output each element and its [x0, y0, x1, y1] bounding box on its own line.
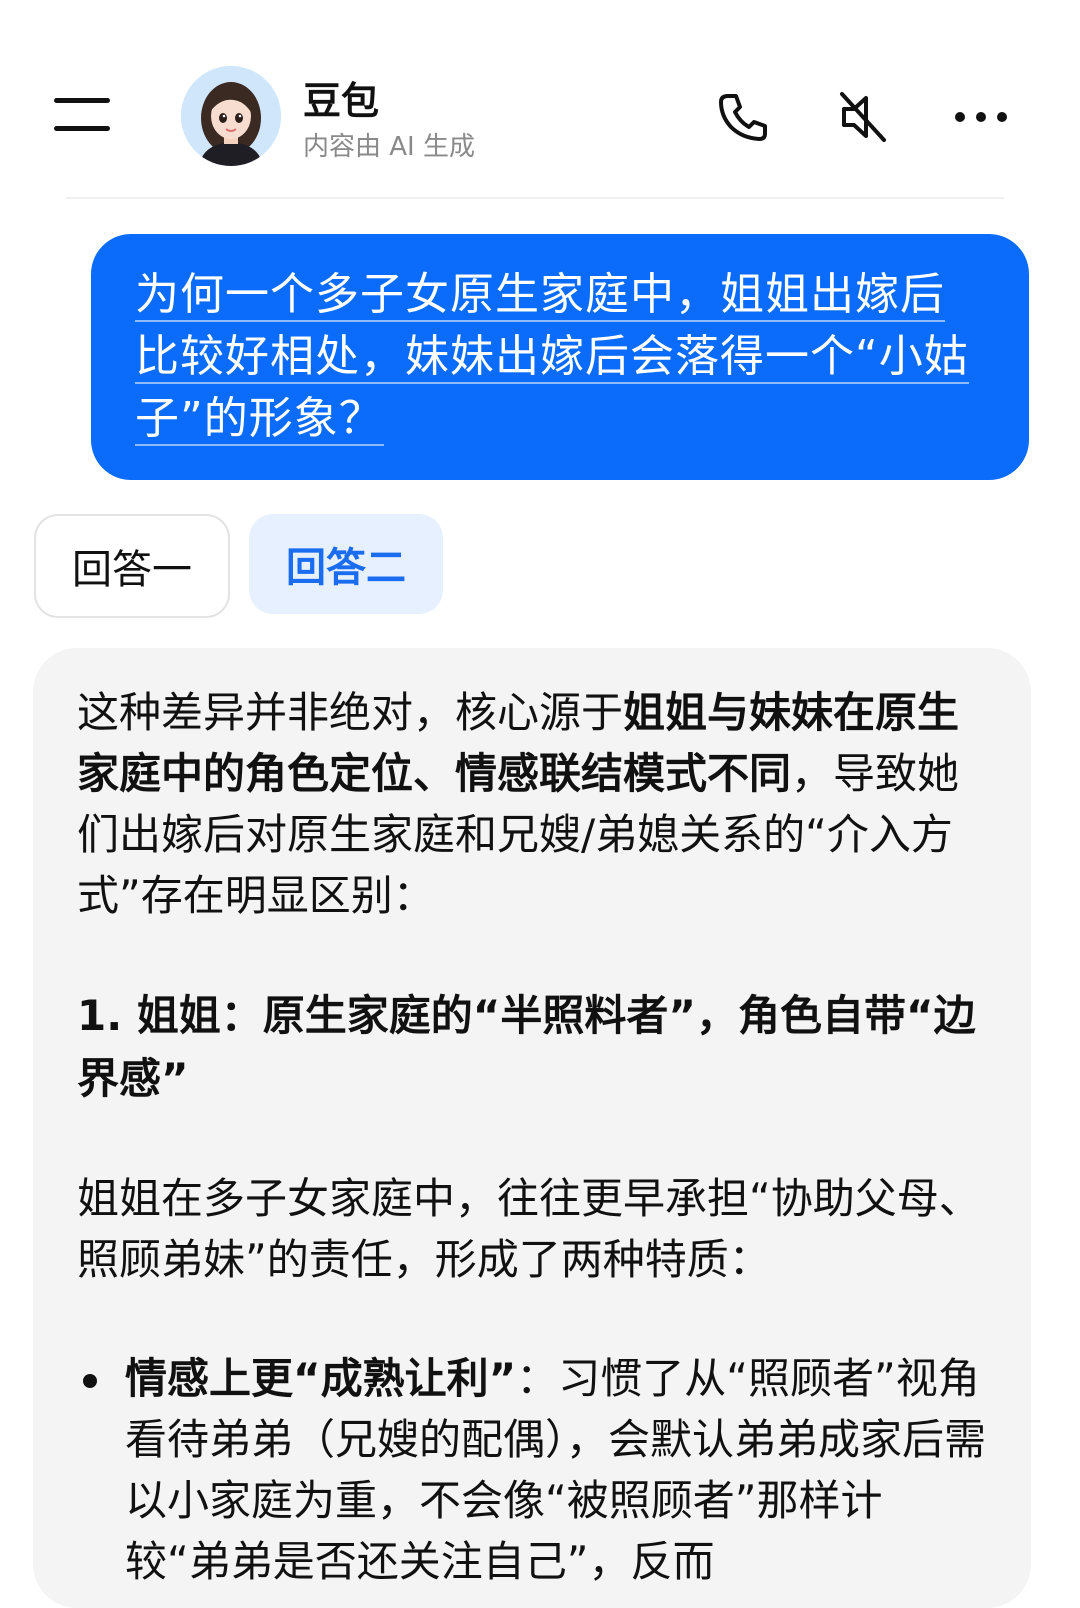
- ai-generated-label: 内容由 AI 生成: [303, 132, 475, 162]
- user-message-bubble[interactable]: 为何一个多子女原生家庭中，姐姐出嫁后比较好相处，妹妹出嫁后会落得一个“小姑子”的…: [91, 234, 1029, 480]
- section-paragraph: 姐姐在多子女家庭中，往往更早承担“协助父母、照顾弟妹”的责任，形成了两种特质：: [77, 1174, 981, 1284]
- bullet-dot: [83, 1374, 97, 1388]
- avatar[interactable]: [181, 66, 281, 166]
- menu-icon[interactable]: [54, 98, 110, 134]
- section-heading: 1. 姐姐：原生家庭的“半照料者”，角色自带“边界感”: [77, 991, 976, 1103]
- chat-header: 豆包 内容由 AI 生成: [0, 0, 1080, 200]
- bot-name: 豆包: [303, 79, 380, 123]
- intro-text-1: 这种差异并非绝对，核心源于: [77, 688, 624, 737]
- answer-tab-two[interactable]: 回答二: [249, 514, 443, 614]
- assistant-answer-card: 这种差异并非绝对，核心源于姐姐与妹妹在原生家庭中的角色定位、情感联结模式不同，导…: [33, 648, 1031, 1608]
- user-message-text: 为何一个多子女原生家庭中，姐姐出嫁后比较好相处，妹妹出嫁后会落得一个“小姑子”的…: [135, 269, 969, 446]
- speaker-muted-icon[interactable]: [834, 88, 892, 146]
- phone-icon[interactable]: [714, 88, 772, 146]
- answer-tab-one[interactable]: 回答一: [34, 514, 230, 618]
- list-item: 情感上更“成熟让利”：习惯了从“照顾者”视角看待弟弟（兄嫂的配偶），会默认弟弟成…: [77, 1348, 987, 1592]
- answer-intro: 这种差异并非绝对，核心源于姐姐与妹妹在原生家庭中的角色定位、情感联结模式不同，导…: [77, 682, 987, 926]
- header-divider: [66, 197, 1004, 199]
- more-icon[interactable]: [952, 88, 1010, 146]
- answer-body: 这种差异并非绝对，核心源于姐姐与妹妹在原生家庭中的角色定位、情感联结模式不同，导…: [77, 682, 987, 1592]
- bullet-list: 情感上更“成熟让利”：习惯了从“照顾者”视角看待弟弟（兄嫂的配偶），会默认弟弟成…: [77, 1348, 987, 1592]
- bullet-bold: 情感上更“成熟让利”: [125, 1354, 517, 1403]
